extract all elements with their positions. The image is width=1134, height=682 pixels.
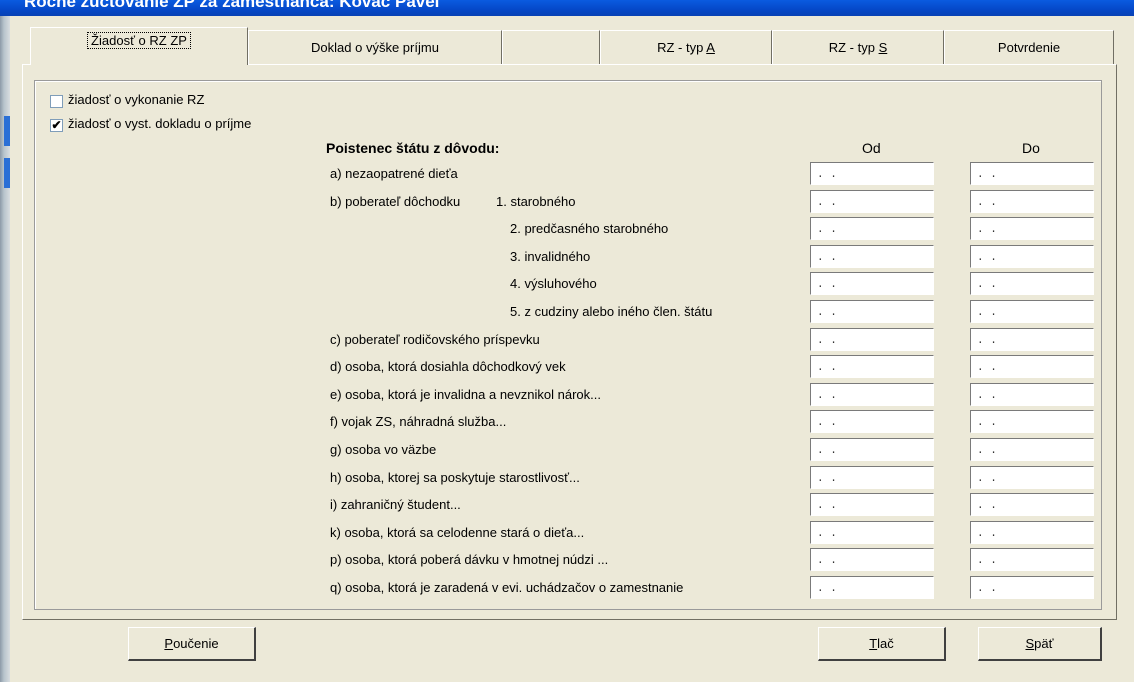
row-sublabel: 2. predčasného starobného (510, 221, 669, 236)
row-label: e) osoba, ktorá je invalidna a nevznikol… (330, 387, 601, 402)
row-label: b) poberateľ dôchodku (330, 194, 461, 209)
column-header-do: Do (1022, 140, 1040, 156)
date-to-field[interactable]: . . (970, 245, 1094, 268)
row-sublabel: 1. starobného (496, 194, 576, 209)
row-label: q) osoba, ktorá je zaradená v evi. uchád… (330, 580, 684, 595)
tab-rz-typ-s[interactable]: RZ - typ S (772, 30, 944, 64)
window-title: Ročné zúčtovanie ZP za zamestnanca: Ková… (24, 0, 440, 11)
button-label: Poučenie (164, 636, 219, 651)
date-from-field[interactable]: . . (810, 217, 934, 240)
row-sublabel: 5. z cudziny alebo iného člen. štátu (510, 304, 713, 319)
tab-label: Žiadosť o RZ ZP (87, 32, 191, 49)
date-to-field[interactable]: . . (970, 466, 1094, 489)
checkbox-vykonanie-rz[interactable] (50, 95, 63, 108)
date-to-field[interactable]: . . (970, 300, 1094, 323)
date-from-field[interactable]: . . (810, 300, 934, 323)
left-border-accent (4, 116, 10, 146)
date-from-field[interactable]: . . (810, 548, 934, 571)
tab-label: RZ - typ S (828, 40, 888, 55)
date-to-field[interactable]: . . (970, 328, 1094, 351)
date-from-field[interactable]: . . (810, 521, 934, 544)
row-sublabel: 3. invalidného (510, 249, 591, 264)
date-from-field[interactable]: . . (810, 438, 934, 461)
date-to-field[interactable]: . . (970, 217, 1094, 240)
tab-ziadost[interactable]: Žiadosť o RZ ZP (30, 27, 248, 65)
date-from-field[interactable]: . . (810, 493, 934, 516)
tab-label: RZ - typ A (657, 40, 715, 55)
checkbox-label: žiadosť o vyst. dokladu o príjme (68, 116, 252, 131)
row-label: f) vojak ZS, náhradná služba... (330, 414, 507, 429)
date-from-field[interactable]: . . (810, 272, 934, 295)
date-from-field[interactable]: . . (810, 328, 934, 351)
date-to-field[interactable]: . . (970, 410, 1094, 433)
tab-label: Doklad o výške príjmu (311, 40, 439, 55)
date-to-field[interactable]: . . (970, 190, 1094, 213)
date-to-field[interactable]: . . (970, 493, 1094, 516)
date-from-field[interactable]: . . (810, 355, 934, 378)
date-from-field[interactable]: . . (810, 190, 934, 213)
row-label: a) nezaopatrené dieťa (330, 166, 458, 181)
tab-rz-typ-a[interactable]: RZ - typ A (600, 30, 772, 64)
print-button[interactable]: Tlač (818, 627, 946, 661)
row-sublabel: 4. výsluhového (510, 276, 597, 291)
back-button[interactable]: Späť (978, 627, 1102, 661)
tab-doklad[interactable]: Doklad o výške príjmu (248, 30, 502, 64)
date-to-field[interactable]: . . (970, 355, 1094, 378)
checkbox-vyst-dokladu[interactable]: ✔ (50, 119, 63, 132)
button-label: Tlač (869, 636, 894, 651)
poucenie-button[interactable]: Poučenie (128, 627, 256, 661)
date-from-field[interactable]: . . (810, 576, 934, 599)
date-to-field[interactable]: . . (970, 383, 1094, 406)
date-to-field[interactable]: . . (970, 576, 1094, 599)
date-from-field[interactable]: . . (810, 245, 934, 268)
row-label: c) poberateľ rodičovského príspevku (330, 332, 540, 347)
row-label: g) osoba vo väzbe (330, 442, 437, 457)
date-to-field[interactable]: . . (970, 548, 1094, 571)
section-heading: Poistenec štátu z dôvodu: (326, 140, 500, 156)
tab-empty[interactable] (502, 30, 600, 64)
date-from-field[interactable]: . . (810, 383, 934, 406)
tab-potvrdenie[interactable]: Potvrdenie (944, 30, 1114, 64)
date-from-field[interactable]: . . (810, 466, 934, 489)
button-label: Späť (1025, 636, 1054, 651)
title-bar: Ročné zúčtovanie ZP za zamestnanca: Ková… (0, 0, 1134, 16)
left-border-accent (4, 158, 10, 188)
checkbox-label: žiadosť o vykonanie RZ (68, 92, 205, 107)
date-to-field[interactable]: . . (970, 162, 1094, 185)
date-from-field[interactable]: . . (810, 410, 934, 433)
date-to-field[interactable]: . . (970, 521, 1094, 544)
row-label: i) zahraničný študent... (330, 497, 461, 512)
column-header-od: Od (862, 140, 881, 156)
tab-label: Potvrdenie (997, 40, 1061, 55)
row-label: k) osoba, ktorá sa celodenne stará o die… (330, 525, 585, 540)
row-label: h) osoba, ktorej sa poskytuje starostliv… (330, 470, 580, 485)
date-from-field[interactable]: . . (810, 162, 934, 185)
date-to-field[interactable]: . . (970, 438, 1094, 461)
row-label: d) osoba, ktorá dosiahla dôchodkový vek (330, 359, 566, 374)
date-to-field[interactable]: . . (970, 272, 1094, 295)
row-label: p) osoba, ktorá poberá dávku v hmotnej n… (330, 552, 609, 567)
window-left-border (0, 16, 10, 682)
